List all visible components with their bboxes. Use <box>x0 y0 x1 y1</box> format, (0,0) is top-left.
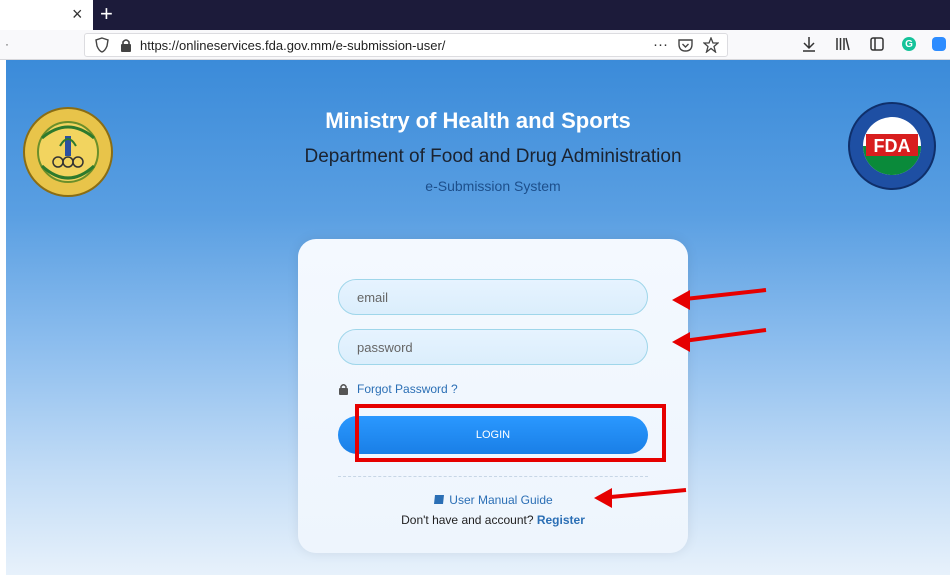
manual-arrow-annotation <box>594 488 687 508</box>
download-icon[interactable] <box>800 35 818 53</box>
user-manual-label[interactable]: User Manual Guide <box>449 493 552 507</box>
url-actions: ··· <box>653 36 719 53</box>
page-subtitle: Department of Food and Drug Administrati… <box>304 146 682 167</box>
toolbar-icons: G N <box>800 35 950 53</box>
password-field[interactable] <box>338 329 648 365</box>
new-tab-icon[interactable]: + <box>100 1 113 27</box>
form-divider <box>338 476 648 477</box>
close-tab-icon[interactable]: × <box>72 4 83 25</box>
nav-bar: · https://onlineservices.fda.gov.mm/e-su… <box>0 30 950 60</box>
register-line: Don't have and account? Register <box>298 513 688 527</box>
lock-icon <box>339 384 348 395</box>
tab-bar-background <box>93 0 950 30</box>
page-actions-icon[interactable]: ··· <box>653 36 668 53</box>
email-arrow-annotation <box>672 288 767 310</box>
register-link[interactable]: Register <box>537 513 585 527</box>
reader-icon[interactable] <box>868 35 886 53</box>
login-highlight-box <box>355 404 666 462</box>
browser-window: × + · https://onlineservices.fda.gov.mm/… <box>0 0 950 575</box>
login-page: FDA Ministry of Health and Sports Depart… <box>6 60 950 575</box>
tab-strip: × + <box>0 0 950 30</box>
forgot-password-link[interactable]: Forgot Password ? <box>338 382 458 396</box>
url-bar[interactable]: https://onlineservices.fda.gov.mm/e-subm… <box>84 33 728 57</box>
library-icon[interactable] <box>834 35 852 53</box>
no-account-text: Don't have and account? <box>401 513 534 527</box>
star-icon[interactable] <box>703 36 719 53</box>
email-field[interactable] <box>338 279 648 315</box>
sidebar-toggle-icon[interactable]: · <box>5 37 9 51</box>
shield-icon[interactable] <box>95 37 109 53</box>
url-text[interactable]: https://onlineservices.fda.gov.mm/e-subm… <box>140 38 445 53</box>
password-arrow-annotation <box>672 328 767 352</box>
forgot-password-label[interactable]: Forgot Password ? <box>357 382 458 396</box>
page-title: Ministry of Health and Sports <box>325 108 631 133</box>
pocket-icon[interactable] <box>678 38 693 52</box>
grammarly-icon[interactable]: G <box>902 37 916 51</box>
lock-icon[interactable] <box>119 38 133 52</box>
zoom-icon[interactable] <box>932 37 946 51</box>
system-name: e-Submission System <box>425 178 561 194</box>
book-icon <box>434 495 445 504</box>
